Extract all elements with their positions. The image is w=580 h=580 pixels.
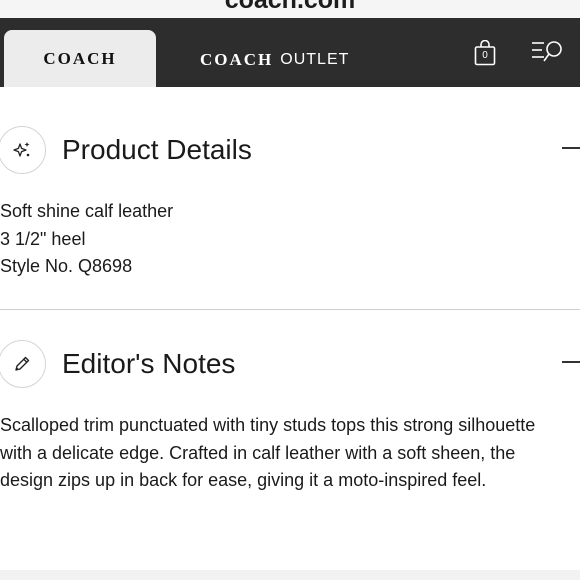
url-text: coach.com [224,0,356,14]
sparkle-icon-graphic [13,142,30,157]
pencil-icon [0,340,46,388]
page: coach.com COACH COACH OUTLET 0 Product D… [0,0,580,580]
editors-notes-title: Editor's Notes [62,348,236,379]
section-divider [0,309,580,310]
collapse-icon[interactable] [562,147,580,149]
editors-notes-text: Scalloped trim punctuated with tiny stud… [0,415,536,490]
collapse-icon[interactable] [562,361,580,363]
browser-url-bar[interactable]: coach.com [0,0,580,18]
editors-notes-header[interactable]: Editor's Notes [0,338,580,392]
detail-line: Soft shine calf leather [0,201,174,221]
tab-coach-outlet[interactable]: COACH OUTLET [200,48,349,72]
pencil-icon-graphic [15,356,30,371]
product-details-list: Soft shine calf leather 3 1/2" heel Styl… [0,198,173,281]
outlet-label: OUTLET [280,51,350,68]
bag-count-badge: 0 [482,50,488,61]
product-details-header[interactable]: Product Details [0,124,580,178]
product-details-title: Product Details [62,134,252,165]
coach-logo: COACH [43,48,117,68]
coach-outlet-logo: COACH [200,50,274,69]
sparkle-icon [0,126,46,174]
menu-search-icon-graphic [532,41,562,62]
detail-line: 3 1/2" heel [0,228,86,249]
shopping-bag-icon[interactable]: 0 [474,39,496,66]
menu-search-icon[interactable] [531,40,565,64]
tab-coach[interactable]: COACH [4,30,156,87]
detail-line: Style No. Q8698 [0,256,133,276]
top-navigation-bar: COACH COACH OUTLET 0 [0,18,580,87]
bottom-section-edge [0,570,580,580]
